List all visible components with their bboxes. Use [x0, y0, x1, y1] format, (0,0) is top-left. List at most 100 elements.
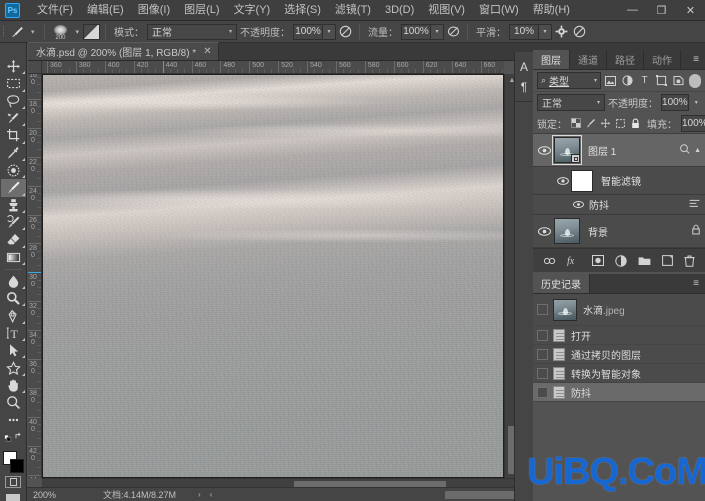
filter-effects-icon[interactable]	[679, 143, 690, 157]
crop-tool[interactable]	[1, 127, 26, 144]
layer-blend-mode-select[interactable]: 正常 ▾	[537, 94, 606, 111]
history-snapshot-source-checkbox[interactable]	[537, 304, 548, 315]
opacity-pressure-icon[interactable]	[336, 23, 354, 41]
expand-collapse-icon[interactable]: ▲	[694, 147, 701, 154]
menu-filter[interactable]: 滤镜(T)	[328, 1, 378, 20]
brush-panel-caret-icon[interactable]: ▾	[72, 28, 84, 36]
blur-tool[interactable]	[1, 273, 26, 290]
lock-image-pixels-icon[interactable]	[585, 116, 596, 130]
delete-layer-button[interactable]	[684, 255, 695, 267]
smart-filter-visibility-toggle[interactable]	[573, 201, 584, 208]
healing-brush-tool[interactable]	[1, 162, 26, 179]
opacity-caret-icon[interactable]: ▾	[323, 23, 337, 40]
default-colors-swap[interactable]	[1, 429, 26, 446]
gear-icon[interactable]	[552, 23, 570, 41]
layer-thumbnail[interactable]	[552, 135, 582, 165]
menu-edit[interactable]: 编辑(E)	[80, 1, 131, 20]
filter-type-layers-icon[interactable]: T	[637, 72, 652, 89]
filter-shape-layers-icon[interactable]	[654, 72, 669, 89]
pen-tool[interactable]	[1, 307, 26, 324]
smart-filter-mask-thumbnail[interactable]	[571, 169, 593, 192]
character-panel-icon[interactable]: A	[515, 57, 534, 77]
type-tool[interactable]: T	[1, 325, 26, 342]
shape-tool[interactable]	[1, 359, 26, 376]
flow-caret-icon[interactable]: ▾	[431, 23, 445, 40]
smart-filters-row[interactable]: 智能滤镜	[533, 167, 705, 195]
filter-blending-options-icon[interactable]	[689, 199, 705, 210]
blend-mode-select[interactable]: 正常 ▾	[147, 23, 238, 40]
menu-image[interactable]: 图像(I)	[131, 1, 177, 20]
marquee-tool[interactable]	[1, 75, 26, 92]
lock-artboard-nesting-icon[interactable]	[615, 116, 626, 130]
brush-tool[interactable]	[0, 179, 26, 197]
document-tab[interactable]: 水滴.psd @ 200% (图层 1, RGB/8) * ✕	[28, 42, 219, 60]
airbrush-icon[interactable]	[444, 23, 462, 41]
screen-mode-icon[interactable]	[6, 493, 20, 501]
restore-button[interactable]: ❐	[647, 0, 676, 21]
new-layer-button[interactable]	[662, 255, 673, 266]
menu-window[interactable]: 窗口(W)	[472, 1, 526, 20]
tab-layers[interactable]: 图层	[533, 50, 570, 69]
paragraph-panel-icon[interactable]: ¶	[515, 77, 534, 97]
layer-fill-input[interactable]: 100%	[681, 114, 705, 132]
smart-filter-entry-row[interactable]: 防抖	[533, 195, 705, 215]
horizontal-ruler[interactable]: 360 380 400 420 440 460 480 500 520 540 560 580 600 6…	[42, 61, 504, 74]
layer-mask-button[interactable]	[592, 255, 604, 266]
ruler-corner[interactable]	[28, 61, 42, 74]
menu-help[interactable]: 帮助(H)	[526, 1, 577, 20]
quick-selection-tool[interactable]	[1, 110, 26, 127]
lock-position-icon[interactable]	[600, 116, 611, 130]
lock-transparent-pixels-icon[interactable]	[571, 116, 581, 130]
filter-adjustment-layers-icon[interactable]	[620, 72, 635, 89]
flow-input[interactable]: 100%	[401, 23, 432, 40]
eraser-tool[interactable]	[1, 231, 26, 248]
quick-mask-icon[interactable]	[5, 476, 21, 488]
move-tool[interactable]	[1, 58, 26, 75]
zoom-tool[interactable]	[1, 394, 26, 411]
smart-filter-name[interactable]: 防抖	[589, 197, 609, 212]
list-item[interactable]: 水滴.jpeg	[533, 294, 705, 326]
layer-opacity-input[interactable]: 100%	[661, 94, 689, 111]
layer-style-button[interactable]: fx	[567, 255, 581, 266]
close-button[interactable]: ✕	[676, 0, 705, 21]
hand-tool[interactable]	[1, 377, 26, 394]
history-source-checkbox[interactable]	[537, 386, 548, 398]
layer-name[interactable]: 图层 1	[588, 143, 616, 158]
close-icon[interactable]: ✕	[203, 46, 211, 57]
background-color-swatch[interactable]	[9, 459, 24, 473]
clone-stamp-tool[interactable]	[1, 197, 26, 214]
layer-thumbnail[interactable]	[554, 218, 580, 244]
dodge-tool[interactable]	[1, 290, 26, 307]
filter-smart-objects-icon[interactable]	[671, 72, 686, 89]
brush-size-preview[interactable]: 200	[50, 23, 72, 41]
options-bar-grip[interactable]	[0, 21, 7, 43]
menu-layer[interactable]: 图层(L)	[177, 1, 226, 20]
history-brush-tool[interactable]	[1, 214, 26, 231]
menu-file[interactable]: 文件(F)	[30, 1, 80, 20]
table-row[interactable]: 图层 1 ▲	[533, 134, 705, 167]
history-source-checkbox[interactable]	[537, 367, 548, 379]
edit-toolbar-button[interactable]	[1, 411, 26, 428]
zoom-level[interactable]: 200%	[27, 490, 75, 500]
menu-view[interactable]: 视图(V)	[421, 1, 472, 20]
tab-paths[interactable]: 路径	[607, 50, 644, 69]
path-selection-tool[interactable]	[1, 342, 26, 359]
list-item[interactable]: 打开	[533, 326, 705, 345]
history-source-checkbox[interactable]	[537, 348, 548, 360]
smoothing-caret-icon[interactable]: ▾	[539, 23, 553, 40]
adjustment-layer-button[interactable]	[615, 254, 627, 267]
gradient-tool[interactable]	[1, 249, 26, 266]
opacity-input[interactable]: 100%	[293, 23, 324, 40]
new-group-button[interactable]	[638, 256, 651, 266]
table-row[interactable]: 背景	[533, 215, 705, 248]
history-source-checkbox[interactable]	[537, 329, 548, 341]
history-panel-menu-icon[interactable]: ≡	[687, 274, 705, 293]
eyedropper-tool[interactable]	[1, 145, 26, 162]
smoothing-input[interactable]: 10%	[509, 23, 540, 40]
tablet-pressure-size-icon[interactable]	[570, 23, 588, 41]
layer-opacity-caret-icon[interactable]: ▾	[692, 99, 701, 106]
lock-all-icon[interactable]	[630, 116, 641, 130]
minimize-button[interactable]: —	[618, 0, 647, 21]
panel-menu-icon[interactable]: ≡	[687, 50, 705, 69]
list-item[interactable]: 防抖	[533, 383, 705, 402]
